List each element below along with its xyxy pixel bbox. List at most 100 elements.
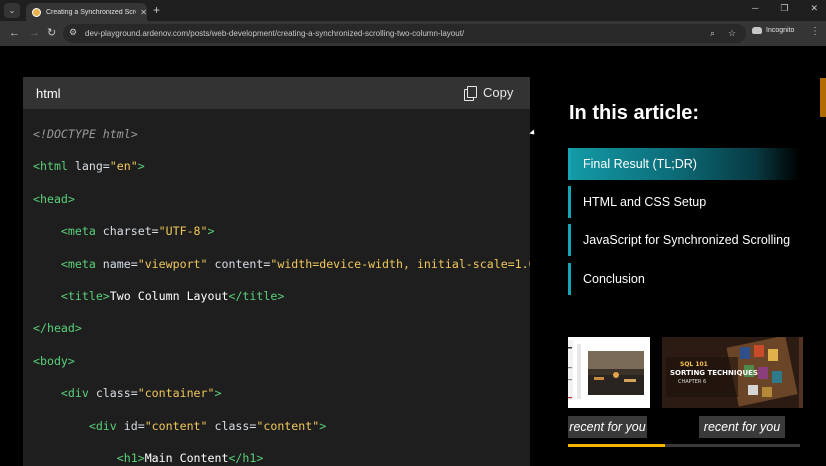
code-token: lang= [67, 159, 110, 174]
code-line: <html lang="en"> [33, 159, 145, 175]
recent-for-you-label[interactable]: recent for you [568, 416, 647, 438]
window-controls: ─ ❐ ✕ [752, 3, 818, 14]
carousel-progress-fill [568, 444, 666, 447]
code-line: <div class="container"> [33, 386, 222, 402]
code-token: > [214, 386, 222, 401]
article-thumbnail[interactable] [568, 337, 650, 408]
carousel-progress-track [568, 444, 800, 447]
forward-arrow-icon[interactable]: → [29, 26, 40, 40]
new-tab-plus-icon[interactable]: + [153, 3, 160, 17]
incognito-icon [752, 27, 762, 34]
code-line: <meta name="viewport" content="width=dev… [33, 257, 530, 273]
code-token: <meta [60, 224, 96, 239]
code-token: charset= [95, 224, 159, 239]
code-token: > [137, 159, 145, 174]
thumbnail-image [568, 337, 650, 408]
code-token: "content" [256, 418, 320, 433]
toc-heading: In this article: [569, 102, 700, 124]
code-token: "content" [144, 418, 208, 433]
code-token: "en" [109, 159, 138, 174]
code-line: <!DOCTYPE html> [33, 127, 138, 143]
code-token: content= [207, 256, 271, 271]
toc-item-conclusion[interactable]: Conclusion [568, 263, 800, 295]
thumbnail-text: SQL 101 [680, 361, 708, 368]
copy-icon [464, 85, 477, 101]
code-token: <head> [33, 191, 75, 206]
toc-item-label: HTML and CSS Setup [583, 195, 707, 209]
recent-for-you-label[interactable]: recent for you [699, 416, 785, 438]
copy-button[interactable]: Copy [464, 85, 514, 101]
incognito-label: Incognito [766, 27, 795, 34]
copy-button-label: Copy [483, 85, 514, 100]
toc-item-final-result[interactable]: Final Result (TL;DR) [568, 148, 800, 180]
code-token: Main Content [144, 451, 229, 465]
code-token: <div [60, 386, 89, 401]
browser-tab-active[interactable]: Creating a Synchronized Scrolling ✕ [26, 3, 147, 21]
zoom-icon[interactable]: ⌕ [710, 28, 715, 39]
toc-item-label: Final Result (TL;DR) [583, 157, 697, 171]
mouse-cursor-icon [529, 129, 537, 137]
code-token: "viewport" [137, 256, 208, 271]
toc-item-label: Conclusion [583, 272, 645, 286]
article-thumbnail-partial[interactable] [799, 337, 803, 408]
bookmark-star-icon[interactable]: ☆ [728, 28, 736, 39]
code-line: <title>Two Column Layout</title> [33, 289, 284, 305]
code-token: <title> [60, 289, 110, 303]
code-token: class= [207, 418, 257, 433]
article-thumbnail[interactable]: SQL 101 SORTING TECHNIQUES CHAPTER 6 [662, 337, 799, 408]
code-token: </h1> [228, 451, 264, 465]
restore-icon[interactable]: ❐ [780, 3, 788, 14]
side-element-edge [820, 78, 826, 117]
code-token: > [207, 224, 215, 239]
code-line: </head> [33, 321, 82, 337]
toolbar: ← → ↻ ⚙ dev-playground.ardenov.com/posts… [0, 21, 826, 46]
toc-item-html-css-setup[interactable]: HTML and CSS Setup [568, 186, 800, 218]
code-line: <head> [33, 192, 75, 208]
reload-icon[interactable]: ↻ [47, 26, 56, 40]
code-token: </head> [33, 321, 82, 336]
code-line: <h1>Main Content</h1> [33, 451, 264, 466]
address-bar[interactable]: ⚙ dev-playground.ardenov.com/posts/web-d… [63, 24, 746, 43]
tab-title: Creating a Synchronized Scrolling [46, 8, 136, 16]
close-window-icon[interactable]: ✕ [810, 3, 818, 14]
url-text[interactable]: dev-playground.ardenov.com/posts/web-dev… [85, 29, 464, 38]
code-token: <meta [60, 256, 96, 271]
code-token: <div [88, 418, 117, 433]
toc-item-label: JavaScript for Synchronized Scrolling [583, 233, 791, 247]
code-token: "UTF-8" [158, 224, 208, 239]
toc-item-javascript[interactable]: JavaScript for Synchronized Scrolling [568, 224, 800, 256]
code-token: > [319, 418, 327, 433]
thumbnail-text: CHAPTER 6 [678, 379, 707, 385]
code-line: <div id="content" class="content"> [33, 419, 326, 435]
thumbnail-text: SORTING TECHNIQUES [670, 369, 758, 377]
page-content: html Copy <!DOCTYPE html> <html lang="en"… [0, 46, 826, 466]
site-info-icon[interactable]: ⚙ [69, 27, 77, 38]
tab-bar: ⌄ Creating a Synchronized Scrolling ✕ + … [0, 0, 826, 21]
code-token: <!DOCTYPE html> [33, 127, 138, 141]
code-token: "container" [137, 386, 215, 401]
close-tab-icon[interactable]: ✕ [140, 8, 147, 17]
back-arrow-icon[interactable]: ← [9, 26, 20, 40]
site-favicon-icon [32, 7, 41, 17]
code-line: <body> [33, 354, 75, 370]
code-block: html Copy <!DOCTYPE html> <html lang="en"… [23, 77, 530, 466]
code-block-header: html Copy [23, 77, 530, 109]
minimize-icon[interactable]: ─ [752, 3, 758, 14]
code-token: Two Column Layout [109, 289, 229, 303]
code-line: <meta charset="UTF-8"> [33, 224, 215, 240]
tab-search-button[interactable]: ⌄ [4, 3, 20, 18]
code-token: id= [116, 418, 145, 433]
more-menu-icon[interactable]: ⋮ [810, 26, 820, 37]
browser-window: ⌄ Creating a Synchronized Scrolling ✕ + … [0, 0, 826, 466]
code-token: "width=device-width, initial-scale=1.0" [270, 256, 530, 271]
code-language-label: html [36, 86, 61, 101]
chevron-down-icon: ⌄ [8, 6, 16, 15]
incognito-indicator[interactable]: Incognito [752, 27, 794, 34]
code-token: <html [33, 159, 68, 174]
